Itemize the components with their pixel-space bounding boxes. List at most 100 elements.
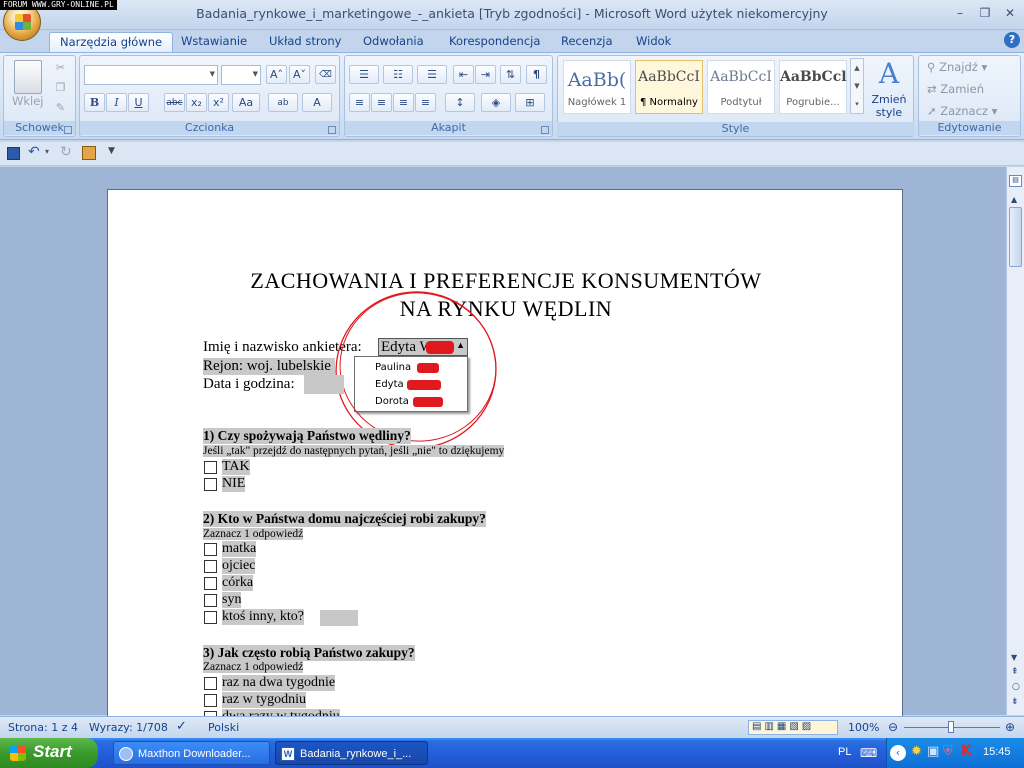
multilevel-list-icon[interactable]: ☰	[417, 65, 447, 84]
zoom-slider-handle[interactable]	[948, 721, 954, 733]
numbering-icon[interactable]: ☷	[383, 65, 413, 84]
strikethrough-button[interactable]: abc	[164, 93, 185, 112]
scroll-thumb[interactable]	[1009, 207, 1022, 267]
proofing-icon[interactable]: ✓	[176, 719, 187, 734]
tab-references[interactable]: Odwołania	[353, 32, 434, 52]
cut-icon[interactable]: ✂	[50, 58, 71, 77]
restore-button[interactable]: ❐	[975, 6, 995, 21]
language-indicator[interactable]: Polski	[208, 721, 239, 734]
paragraph-launcher-icon[interactable]	[541, 126, 549, 134]
previous-page-icon[interactable]: ⇞	[1011, 667, 1019, 677]
q2-checkbox[interactable]	[204, 560, 217, 573]
style-normal[interactable]: AaBbCcI ¶ Normalny	[635, 60, 703, 114]
network-icon[interactable]: ▣	[927, 744, 939, 759]
language-bar[interactable]: PL	[838, 746, 851, 758]
undo-icon[interactable]: ↶	[28, 144, 40, 160]
task-word[interactable]: W Badania_rynkowe_i_...	[275, 741, 428, 765]
customize-qat-icon[interactable]: ▼	[108, 146, 115, 156]
zoom-out-icon[interactable]: ⊖	[888, 720, 898, 734]
q2-checkbox[interactable]	[204, 577, 217, 590]
shading-icon[interactable]: ◈	[481, 93, 511, 112]
tab-mailings[interactable]: Korespondencja	[439, 32, 550, 52]
minimize-button[interactable]: –	[950, 6, 970, 21]
ruler-toggle-icon[interactable]: ▤	[1009, 175, 1022, 187]
paste-icon[interactable]	[14, 60, 42, 94]
word-count[interactable]: Wyrazy: 1/708	[89, 721, 168, 734]
copy-icon[interactable]: ❐	[50, 78, 71, 97]
close-button[interactable]: ✕	[1000, 6, 1020, 21]
start-button[interactable]: Start	[0, 738, 98, 768]
select-button[interactable]: ➚ Zaznacz ▾	[927, 104, 997, 118]
align-center-icon[interactable]: ≡	[371, 93, 392, 112]
q2-checkbox[interactable]	[204, 594, 217, 607]
italic-button[interactable]: I	[106, 93, 127, 112]
sort-icon[interactable]: ⇅	[500, 65, 521, 84]
justify-icon[interactable]: ≡	[415, 93, 436, 112]
font-name-combo[interactable]: ▼	[84, 65, 218, 85]
tab-review[interactable]: Recenzja	[551, 32, 623, 52]
bullets-icon[interactable]: ☰	[349, 65, 379, 84]
highlight-button[interactable]: ab	[268, 93, 298, 112]
decrease-indent-icon[interactable]: ⇤	[453, 65, 474, 84]
q3-checkbox[interactable]	[204, 677, 217, 690]
zoom-in-icon[interactable]: ⊕	[1005, 720, 1015, 734]
document-page[interactable]: ZACHOWANIA I PREFERENCJE KONSUMENTÓW NA …	[107, 189, 903, 729]
help-icon[interactable]: ?	[1004, 32, 1020, 48]
tab-insert[interactable]: Wstawianie	[171, 32, 257, 52]
subscript-button[interactable]: x₂	[186, 93, 207, 112]
page-count[interactable]: Strona: 1 z 4	[8, 721, 78, 734]
borders-icon[interactable]: ⊞	[515, 93, 545, 112]
change-case-button[interactable]: Aa	[232, 93, 260, 112]
q3-checkbox[interactable]	[204, 694, 217, 707]
style-heading1[interactable]: AaBb(Nagłówek 1	[563, 60, 631, 114]
underline-button[interactable]: U	[128, 93, 149, 112]
clear-formatting-button[interactable]: ⌫	[315, 65, 336, 84]
redo-icon[interactable]: ↻	[60, 144, 72, 160]
scroll-down-icon[interactable]: ▼	[1011, 653, 1017, 662]
format-painter-icon[interactable]: ✎	[50, 98, 71, 117]
shrink-font-button[interactable]: A˅	[289, 65, 310, 84]
q2-checkbox[interactable]	[204, 543, 217, 556]
keyboard-icon[interactable]: ⌨	[860, 746, 877, 760]
grow-font-button[interactable]: A˄	[266, 65, 287, 84]
find-button[interactable]: ⚲ Znajdź ▾	[927, 60, 987, 74]
next-page-icon[interactable]: ⇟	[1011, 697, 1019, 707]
q1-checkbox-nie[interactable]	[204, 478, 217, 491]
vertical-scrollbar[interactable]: ▤ ▲ ▼ ⇞ ○ ⇟	[1006, 167, 1024, 715]
tray-app-icon[interactable]: ✹	[911, 744, 922, 759]
font-color-button[interactable]: A	[302, 93, 332, 112]
antivirus-icon[interactable]: K	[961, 743, 972, 759]
bold-button[interactable]: B	[84, 93, 105, 112]
task-maxthon[interactable]: Maxthon Downloader...	[113, 741, 270, 765]
font-launcher-icon[interactable]	[328, 126, 336, 134]
clock[interactable]: 15:45	[983, 746, 1011, 758]
replace-button[interactable]: ⇄ Zamień	[927, 82, 984, 96]
style-subtitle[interactable]: AaBbCcI Podtytuł	[707, 60, 775, 114]
tab-page-layout[interactable]: Układ strony	[259, 32, 351, 52]
change-styles-button[interactable]: Zmień style	[868, 93, 910, 119]
view-buttons[interactable]: ▤▥▦▧▨	[748, 720, 838, 735]
region-field[interactable]: Rejon: woj. lubelskie	[203, 358, 335, 375]
q2-other-field[interactable]	[320, 610, 358, 626]
shield-icon[interactable]: ⛨	[943, 744, 953, 759]
align-left-icon[interactable]: ≡	[349, 93, 370, 112]
browse-object-icon[interactable]: ○	[1012, 682, 1020, 692]
zoom-level[interactable]: 100%	[848, 721, 879, 734]
change-styles-icon[interactable]: A	[872, 58, 906, 90]
tab-home[interactable]: Narzędzia główne	[49, 32, 174, 52]
align-right-icon[interactable]: ≡	[393, 93, 414, 112]
q1-checkbox-tak[interactable]	[204, 461, 217, 474]
increase-indent-icon[interactable]: ⇥	[475, 65, 496, 84]
q2-checkbox[interactable]	[204, 611, 217, 624]
paste-button[interactable]: Wklej	[12, 94, 44, 108]
styles-scroll[interactable]: ▲ ▼ ▾	[850, 58, 864, 114]
tray-expand-icon[interactable]: ‹	[890, 745, 906, 761]
line-spacing-icon[interactable]: ↕	[445, 93, 475, 112]
font-size-combo[interactable]: ▼	[221, 65, 261, 85]
pilcrow-icon[interactable]: ¶	[526, 65, 547, 84]
undo-dropdown-icon[interactable]: ▾	[45, 147, 49, 156]
scroll-up-icon[interactable]: ▲	[1011, 195, 1017, 204]
superscript-button[interactable]: x²	[208, 93, 229, 112]
style-strong[interactable]: AaBbCcl Pogrubie...	[779, 60, 847, 114]
clipboard-launcher-icon[interactable]	[64, 126, 72, 134]
